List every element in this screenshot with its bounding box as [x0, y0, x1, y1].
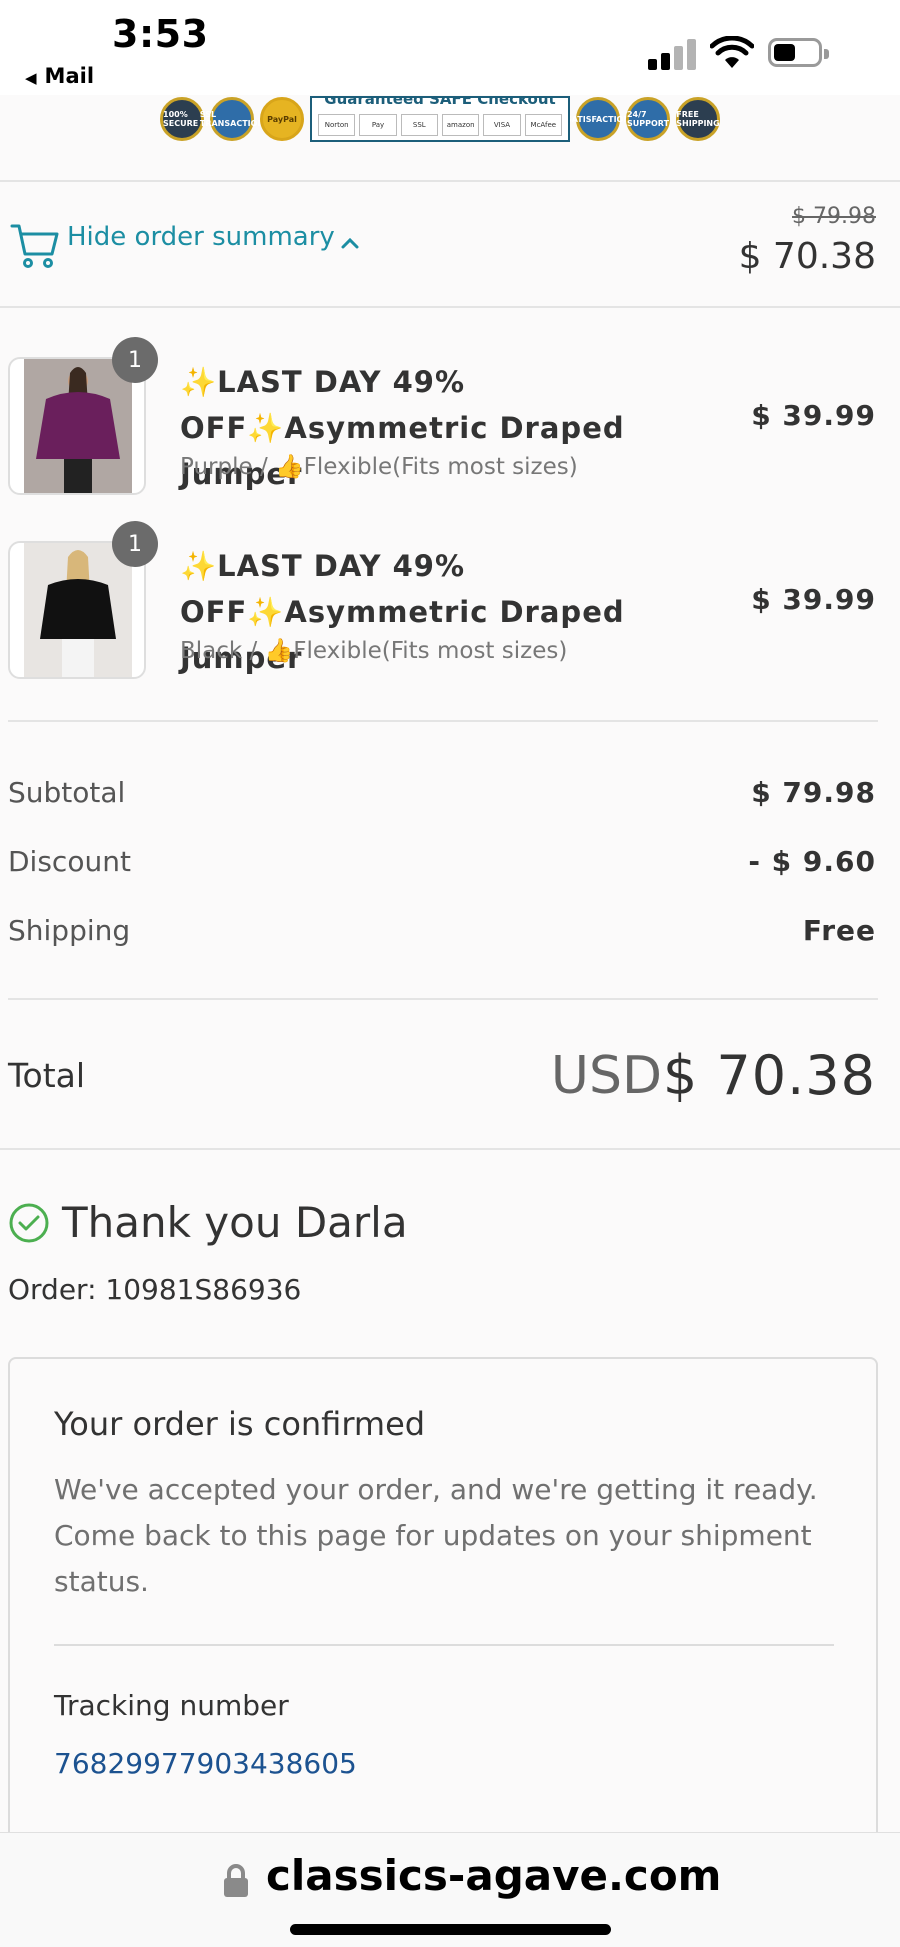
apple-pay-logo: Pay — [359, 114, 397, 136]
visa-logo: VISA — [483, 114, 521, 136]
battery-icon — [768, 38, 829, 67]
url-text[interactable]: classics-agave.com — [266, 1851, 721, 1900]
back-app-label: Mail — [44, 64, 95, 88]
summary-total: $ 70.38 — [738, 236, 876, 277]
divider — [8, 720, 878, 722]
original-total: $ 79.98 — [792, 204, 876, 229]
chevron-up-icon — [341, 237, 359, 249]
item-variant: Purple / 👍Flexible(Fits most sizes) — [180, 454, 578, 480]
tracking-number-link[interactable]: 76829977903438605 — [54, 1747, 357, 1780]
divider — [54, 1644, 834, 1646]
order-summary-toggle[interactable]: Hide order summary $ 79.98 $ 70.38 — [0, 182, 900, 307]
norton-logo: Norton — [318, 114, 356, 136]
product-photo — [24, 359, 132, 493]
item-price: $ 39.99 — [751, 399, 876, 432]
item-price: $ 39.99 — [751, 583, 876, 616]
discount-row: Discount - $ 9.60 — [8, 845, 876, 878]
line-item: 1 ✨LAST DAY 49% OFF✨Asymmetric Draped Ju… — [0, 521, 900, 681]
cart-icon — [10, 224, 59, 268]
mcafee-logo: McAfee — [524, 114, 562, 136]
thank-you-heading: Thank you Darla — [62, 1198, 408, 1247]
total-amount: $ 70.38 — [662, 1044, 876, 1107]
status-bar: 3:53 ◀ Mail — [0, 0, 900, 95]
signal-icon — [648, 38, 696, 70]
check-circle-icon — [9, 1203, 49, 1243]
order-confirmed-title: Your order is confirmed — [54, 1405, 426, 1443]
amazon-logo: amazon — [441, 114, 480, 136]
subtotal-value: $ 79.98 — [751, 776, 876, 809]
subtotal-row: Subtotal $ 79.98 — [8, 776, 876, 809]
lock-icon — [224, 1864, 248, 1897]
home-indicator[interactable] — [290, 1924, 611, 1935]
back-arrow-icon: ◀ — [25, 69, 37, 87]
quantity-badge: 1 — [112, 521, 158, 567]
trust-badges: 100% SECURE SSL TRANSACTION PayPal Guara… — [160, 95, 728, 143]
discount-value: - $ 9.60 — [748, 845, 876, 878]
product-photo — [24, 543, 132, 677]
divider — [8, 998, 878, 1000]
tracking-label: Tracking number — [54, 1689, 289, 1722]
wifi-icon — [710, 36, 754, 68]
satisfaction-badge: SATISFACTION — [566, 97, 630, 141]
quantity-badge: 1 — [112, 337, 158, 383]
browser-url-bar[interactable]: classics-agave.com — [0, 1832, 900, 1947]
discount-label: Discount — [8, 845, 131, 878]
clock: 3:53 — [112, 12, 209, 56]
divider — [0, 1148, 900, 1150]
total-label: Total — [8, 1056, 86, 1095]
safe-checkout-banner: Guaranteed SAFE Checkout Norton Pay SSL … — [310, 96, 570, 142]
subtotal-label: Subtotal — [8, 776, 126, 809]
free-shipping-badge: FREE SHIPPING — [676, 97, 720, 141]
shipping-label: Shipping — [8, 914, 131, 947]
ssl-badge: SSL TRANSACTION — [200, 97, 264, 141]
support-badge: 24/7 SUPPORT — [626, 97, 670, 141]
divider — [0, 306, 900, 308]
order-confirmed-text: We've accepted your order, and we're get… — [54, 1473, 818, 1598]
shipping-value: Free — [802, 914, 876, 947]
safe-checkout-title: Guaranteed SAFE Checkout — [324, 96, 556, 108]
hide-order-summary-label[interactable]: Hide order summary — [67, 222, 335, 252]
shipping-row: Shipping Free — [8, 914, 876, 947]
order-number: Order: 10981S86936 — [8, 1273, 302, 1306]
secure-badge: 100% SECURE — [160, 97, 204, 141]
paypal-badge: PayPal — [260, 97, 304, 141]
back-to-mail-button[interactable]: ◀ Mail — [25, 64, 94, 88]
total-currency: USD — [550, 1046, 662, 1106]
line-item: 1 ✨LAST DAY 49% OFF✨Asymmetric Draped Ju… — [0, 337, 900, 497]
item-variant: Black / 👍Flexible(Fits most sizes) — [180, 638, 568, 664]
ssl-logo: SSL — [400, 114, 438, 136]
